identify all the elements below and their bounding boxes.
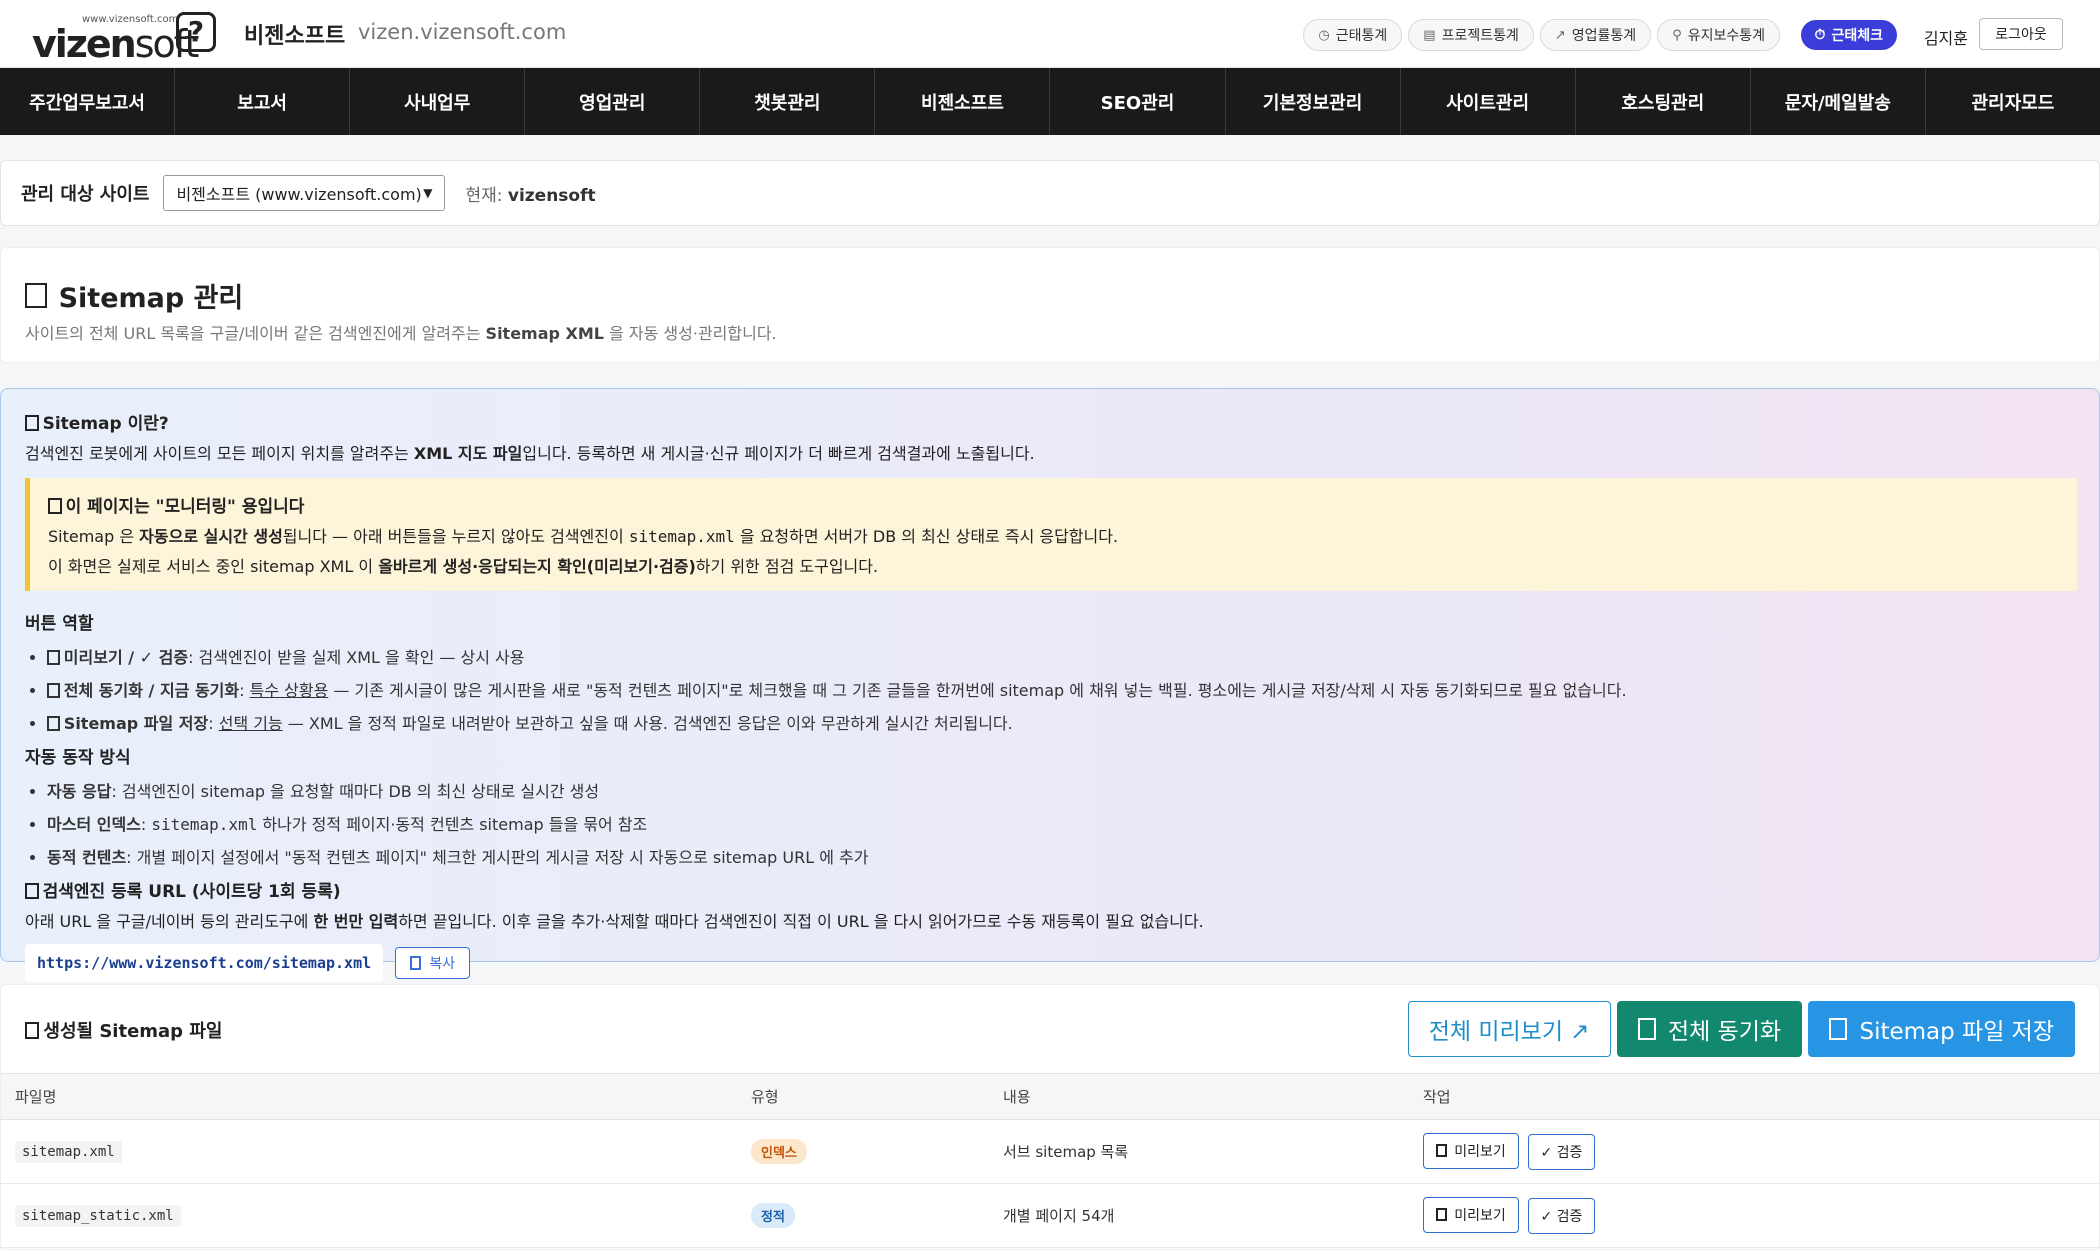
- copy-url-button[interactable]: 복사: [395, 947, 471, 979]
- link-icon: [25, 882, 39, 899]
- site-select[interactable]: 비젠소프트 (www.vizensoft.com) ▼: [163, 175, 446, 211]
- list-item: 전체 동기화 / 지금 동기화: 특수 상황용 — 기존 게시글이 많은 게시판…: [47, 677, 2075, 701]
- register-url-title: 검색엔진 등록 URL (사이트당 1회 등록): [25, 877, 2075, 902]
- clipboard-icon: ▤: [1423, 27, 1436, 43]
- column-content: 내용: [989, 1073, 1409, 1120]
- auto-behavior-list: 자동 응답: 검색엔진이 sitemap 을 요청할 때마다 DB 의 최신 상…: [25, 778, 2075, 868]
- save-sitemap-file-button[interactable]: Sitemap 파일 저장: [1808, 1001, 2075, 1057]
- list-item: 동적 컨텐츠: 개별 페이지 설정에서 "동적 컨텐츠 페이지" 체크한 게시판…: [47, 844, 2075, 868]
- monitoring-notice-title: 이 페이지는 "모니터링" 용입니다: [48, 492, 2059, 517]
- nav-seo[interactable]: SEO관리: [1050, 68, 1226, 135]
- save-icon: [47, 715, 60, 731]
- what-is-sitemap-title: Sitemap 이란?: [25, 409, 2075, 434]
- type-badge: 정적: [751, 1203, 795, 1228]
- column-type: 유형: [737, 1073, 989, 1120]
- monitoring-notice: 이 페이지는 "모니터링" 용입니다 Sitemap 은 자동으로 실시간 생성…: [25, 478, 2077, 591]
- list-item: 자동 응답: 검색엔진이 sitemap 을 요청할 때마다 DB 의 최신 상…: [47, 778, 2075, 802]
- register-url-text: 아래 URL 을 구글/네이버 등의 관리도구에 한 번만 입력하면 끝입니다.…: [25, 912, 1204, 931]
- save-icon: [1829, 1018, 1848, 1040]
- file-name: sitemap_static.xml: [15, 1204, 181, 1227]
- site-selector-label: 관리 대상 사이트: [21, 184, 150, 205]
- stopwatch-icon: ⏱: [1814, 27, 1826, 43]
- preview-icon: [1436, 1208, 1448, 1222]
- nav-weekly-report[interactable]: 주간업무보고서: [0, 68, 176, 135]
- preview-button[interactable]: 미리보기: [1423, 1196, 1519, 1233]
- current-site: 현재: vizensoft: [465, 185, 596, 206]
- files-section-title: 생성될 Sitemap 파일: [25, 1017, 222, 1043]
- table-header-row: 파일명 유형 내용 작업: [1, 1073, 2100, 1120]
- preview-icon: [1436, 1144, 1448, 1158]
- table-row: sitemap.xml 인덱스 서브 sitemap 목록 미리보기 ✓ 검증: [1, 1119, 2100, 1184]
- brand-domain: vizen.vizensoft.com: [358, 20, 567, 44]
- nav-report[interactable]: 보고서: [175, 68, 351, 135]
- nav-admin-mode[interactable]: 관리자모드: [1926, 68, 2100, 135]
- button-roles-title: 버튼 역할: [25, 614, 94, 634]
- auto-behavior-title: 자동 동작 방식: [25, 748, 131, 768]
- sitemap-info-panel: Sitemap 이란? 검색엔진 로봇에게 사이트의 모든 페이지 위치를 알려…: [0, 388, 2100, 982]
- question-bubble-icon: ?: [176, 12, 216, 52]
- nav-internal-work[interactable]: 사내업무: [350, 68, 526, 135]
- file-name: sitemap.xml: [15, 1140, 122, 1163]
- stats-pills: ◷ 근태통계 ▤ 프로젝트통계 ↗ 영업률통계 ⚲ 유지보수통계: [1303, 19, 1780, 51]
- vizensoft-logo[interactable]: www.vizensoft.com vizensoft ?: [30, 10, 220, 66]
- page-title: Sitemap 관리: [25, 276, 243, 315]
- attendance-check-button[interactable]: ⏱ 근태체크: [1800, 20, 1897, 50]
- info-icon: [25, 414, 39, 431]
- page-title-card: Sitemap 관리 사이트의 전체 URL 목록을 구글/네이버 같은 검색엔…: [0, 247, 2100, 363]
- maintenance-stats-button[interactable]: ⚲ 유지보수통계: [1657, 19, 1780, 51]
- type-badge: 인덱스: [751, 1139, 807, 1164]
- nav-sms-mail[interactable]: 문자/메일발송: [1751, 68, 1926, 135]
- trend-up-icon: ↗: [1554, 27, 1566, 43]
- clock-icon: ◷: [1318, 27, 1330, 43]
- sync-icon: [1637, 1018, 1656, 1040]
- list-item: 마스터 인덱스: sitemap.xml 하나가 정적 페이지·동적 컨텐츠 s…: [47, 811, 2075, 835]
- files-actions: 전체 미리보기 ↗ 전체 동기화 Sitemap 파일 저장: [1407, 1001, 2075, 1057]
- logout-button[interactable]: 로그아웃: [1979, 18, 2063, 50]
- sales-stats-button[interactable]: ↗ 영업률통계: [1539, 19, 1652, 51]
- sitemap-icon: [25, 282, 47, 309]
- nav-chatbot[interactable]: 챗봇관리: [700, 68, 876, 135]
- verify-button[interactable]: ✓ 검증: [1527, 1134, 1596, 1171]
- preview-button[interactable]: 미리보기: [1423, 1132, 1519, 1169]
- sitemap-url[interactable]: https://www.vizensoft.com/sitemap.xml: [25, 944, 384, 982]
- nav-site[interactable]: 사이트관리: [1401, 68, 1576, 135]
- chevron-down-icon: ▼: [423, 186, 433, 200]
- top-header: www.vizensoft.com vizensoft ? 비젠소프트 vize…: [0, 0, 2100, 68]
- preview-icon: [47, 649, 60, 665]
- what-is-sitemap-text: 검색엔진 로봇에게 사이트의 모든 페이지 위치를 알려주는 XML 지도 파일…: [25, 444, 1035, 463]
- page-description: 사이트의 전체 URL 목록을 구글/네이버 같은 검색엔진에게 알려주는 Si…: [25, 324, 777, 343]
- list-item: Sitemap 파일 저장: 선택 기능 — XML 을 정적 파일로 내려받아…: [47, 710, 2075, 734]
- column-actions: 작업: [1409, 1073, 2100, 1120]
- column-filename: 파일명: [1, 1073, 737, 1120]
- wrench-icon: ⚲: [1672, 27, 1682, 43]
- file-icon: [25, 1021, 40, 1039]
- file-content: 개별 페이지 54개: [989, 1183, 1409, 1248]
- nav-hosting[interactable]: 호스팅관리: [1576, 68, 1751, 135]
- warning-icon: [48, 497, 62, 514]
- main-nav: 주간업무보고서 보고서 사내업무 영업관리 챗봇관리 비젠소프트 SEO관리 기…: [0, 68, 2100, 135]
- nav-basic-info[interactable]: 기본정보관리: [1226, 68, 1401, 135]
- sync-icon: [47, 682, 60, 698]
- project-stats-button[interactable]: ▤ 프로젝트통계: [1408, 19, 1534, 51]
- nav-vizensoft[interactable]: 비젠소프트: [875, 68, 1051, 135]
- sitemap-files-table: 파일명 유형 내용 작업 sitemap.xml 인덱스 서브 sitemap …: [1, 1073, 2100, 1248]
- nav-sales[interactable]: 영업관리: [525, 68, 701, 135]
- preview-all-button[interactable]: 전체 미리보기 ↗: [1407, 1001, 1611, 1057]
- list-item: 미리보기 / ✓ 검증: 검색엔진이 받을 실제 XML 을 확인 — 상시 사…: [47, 644, 2075, 668]
- sync-all-button[interactable]: 전체 동기화: [1616, 1001, 1803, 1057]
- file-content: 서브 sitemap 목록: [989, 1119, 1409, 1184]
- sitemap-files-section: 생성될 Sitemap 파일 전체 미리보기 ↗ 전체 동기화 Sitemap …: [0, 984, 2100, 1250]
- button-roles-list: 미리보기 / ✓ 검증: 검색엔진이 받을 실제 XML 을 확인 — 상시 사…: [25, 644, 2075, 734]
- user-name: 김지훈: [1923, 29, 1968, 48]
- table-row: sitemap_static.xml 정적 개별 페이지 54개 미리보기 ✓ …: [1, 1183, 2100, 1248]
- verify-button[interactable]: ✓ 검증: [1527, 1198, 1596, 1235]
- copy-icon: [410, 956, 422, 970]
- logo-wordmark: vizensoft: [32, 22, 199, 66]
- attendance-stats-button[interactable]: ◷ 근태통계: [1303, 19, 1403, 51]
- site-selector-bar: 관리 대상 사이트 비젠소프트 (www.vizensoft.com) ▼ 현재…: [0, 160, 2100, 226]
- brand-name: 비젠소프트: [244, 24, 346, 49]
